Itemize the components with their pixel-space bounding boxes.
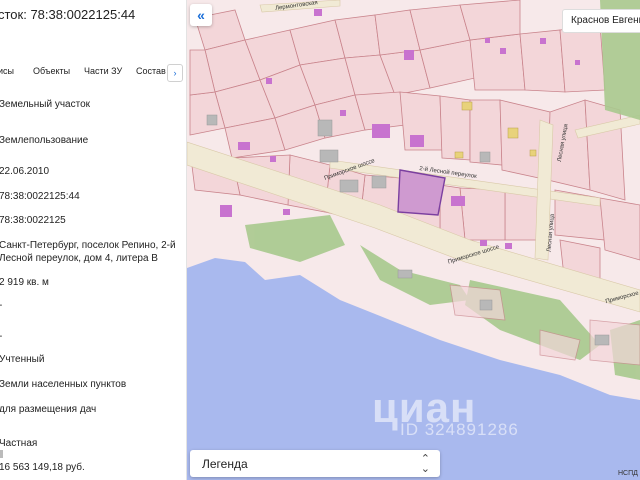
field-empty-2: -	[0, 330, 2, 343]
field-address: Санкт-Петербург, поселок Репино, 2-й Лес…	[0, 240, 176, 264]
tab-parcel-parts[interactable]: Части ЗУ	[84, 66, 122, 76]
field-area: 2 919 кв. м	[0, 277, 49, 288]
map-attribution: НСПД	[618, 470, 638, 477]
legend-dropdown[interactable]: Легенда ⌃ ⌄	[190, 450, 440, 477]
up-down-chevron-icon: ⌃ ⌄	[420, 453, 430, 475]
page-title: сток: 78:38:0022125:44	[0, 7, 136, 22]
field-marker	[0, 450, 3, 458]
collapse-panel-button[interactable]: «	[190, 4, 212, 26]
field-type: Земельный участок	[0, 99, 91, 110]
tab-objects[interactable]: Объекты	[33, 66, 70, 76]
field-quarter: 78:38:0022125	[0, 215, 66, 226]
field-empty-1: -	[0, 299, 2, 312]
field-use: для размещения дач	[0, 404, 97, 415]
field-category: Земли населенных пунктов	[0, 379, 127, 390]
selected-parcel	[397, 169, 446, 216]
tab-info[interactable]: исы	[0, 66, 14, 76]
field-status: Учтенный	[0, 354, 45, 365]
field-cad-number: 78:38:0022125:44	[0, 191, 80, 202]
tab-bar: исы Объекты Части ЗУ Состав ›	[0, 64, 186, 82]
tabs-next-button[interactable]: ›	[167, 64, 183, 82]
info-panel: сток: 78:38:0022125:44 исы Объекты Части…	[0, 0, 187, 480]
field-ownership: Частная	[0, 438, 38, 449]
watermark-id: ID 324891286	[400, 420, 519, 439]
field-date: 22.06.2010	[0, 166, 50, 177]
chevron-right-icon: ›	[173, 68, 177, 78]
legend-label: Легенда	[202, 457, 248, 471]
double-chevron-left-icon: «	[197, 7, 205, 23]
field-kind: Землепользование	[0, 135, 89, 146]
field-cost: 16 563 149,18 руб.	[0, 462, 85, 473]
tab-composition[interactable]: Состав	[136, 66, 166, 76]
user-name[interactable]: Краснов Евгени	[562, 9, 640, 33]
